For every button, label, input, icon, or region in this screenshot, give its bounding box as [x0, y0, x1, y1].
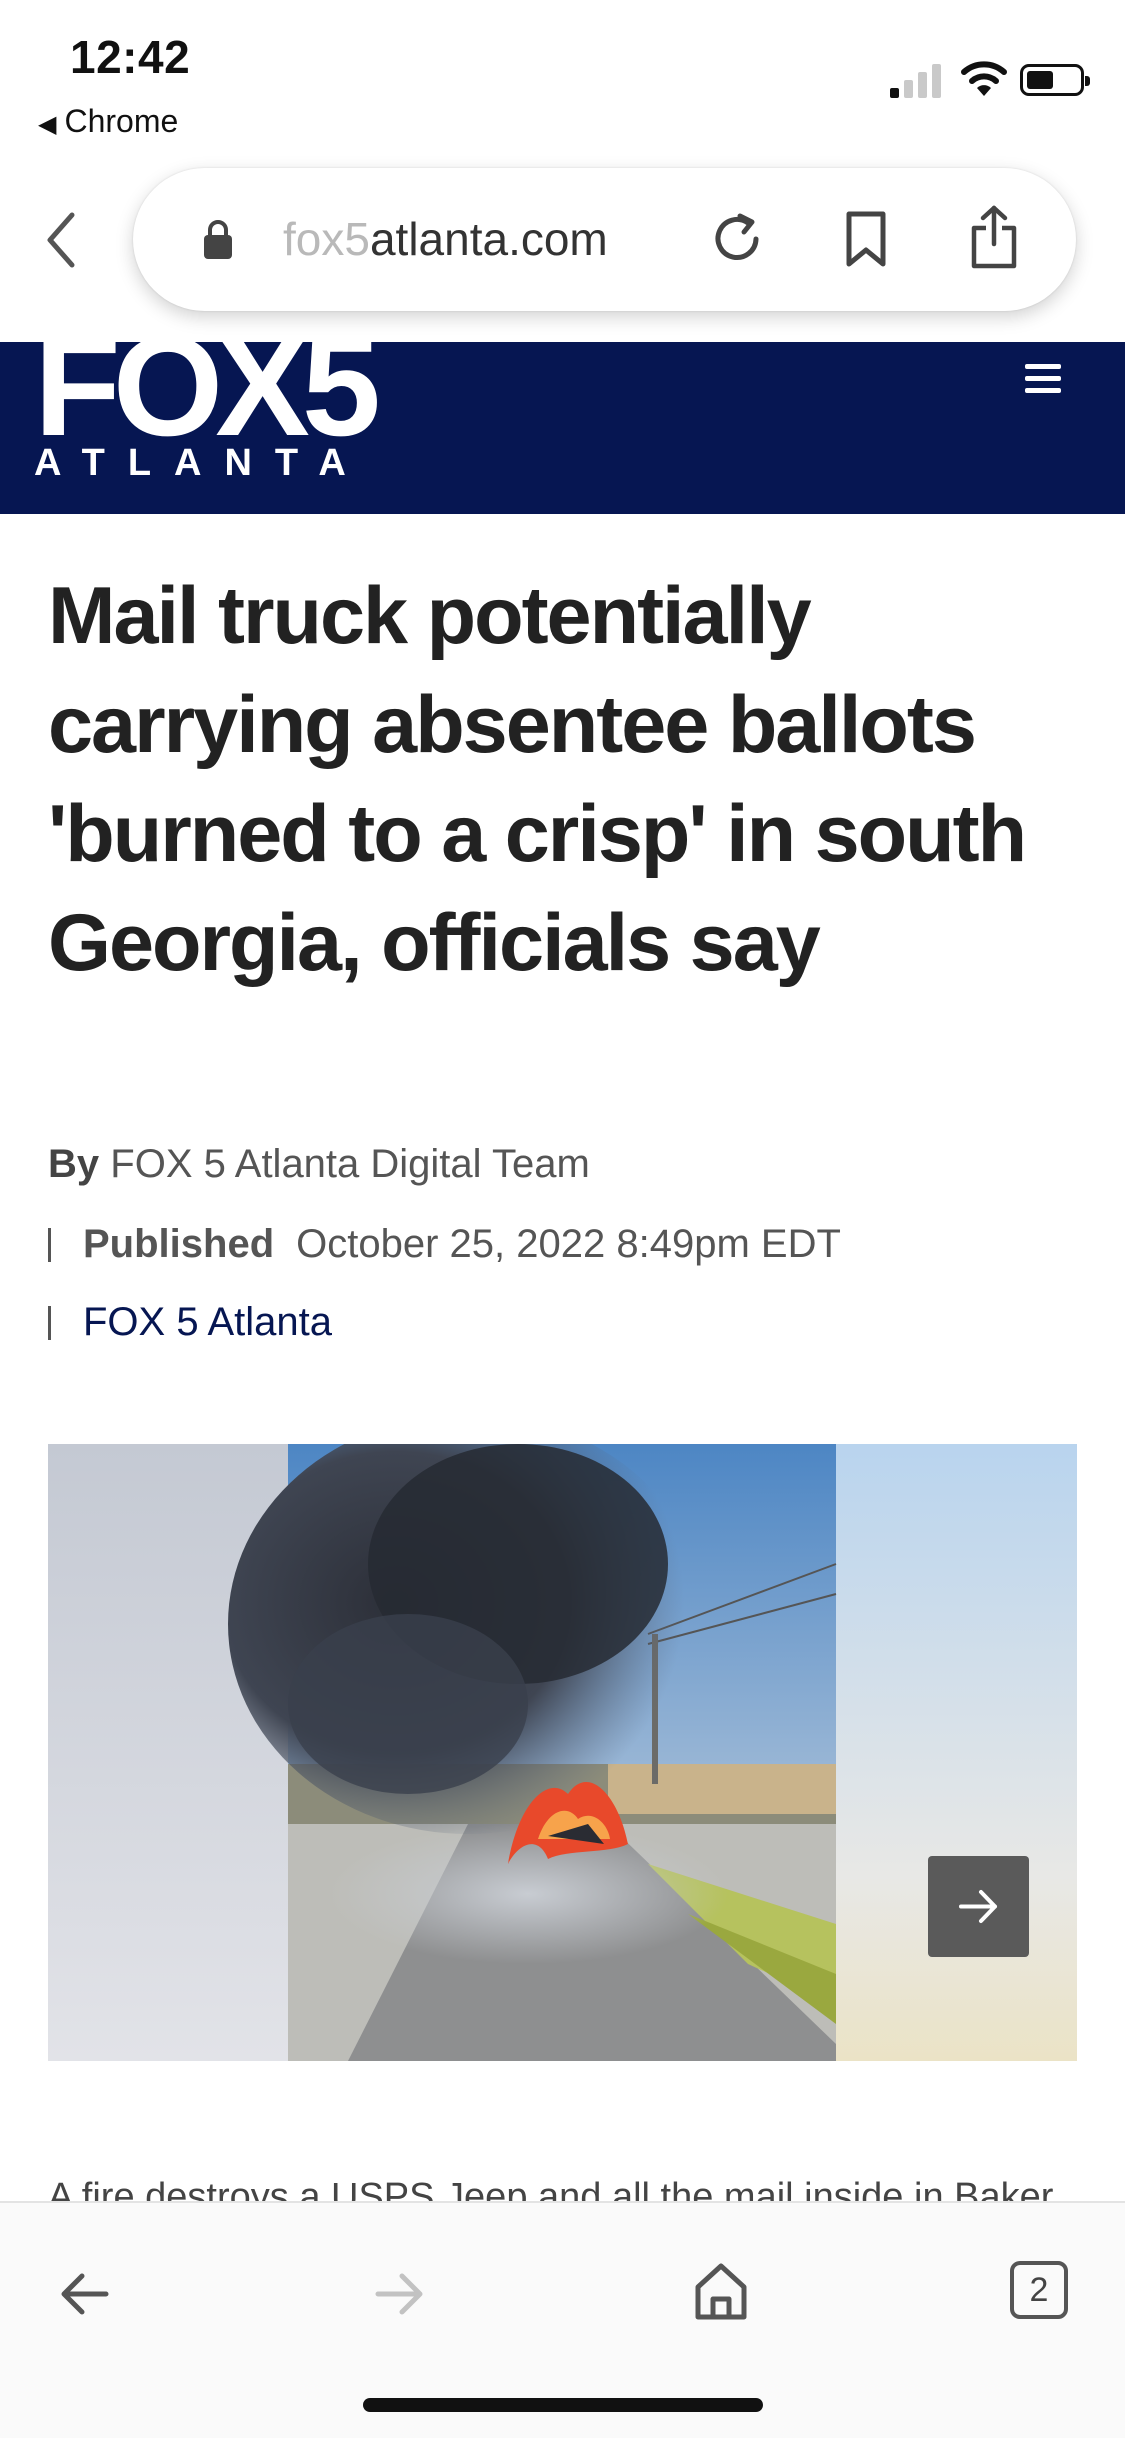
divider	[48, 1306, 51, 1340]
status-bar: 12:42 ◀ Chrome	[0, 0, 1125, 150]
back-app-label: Chrome	[64, 103, 179, 139]
home-indicator[interactable]	[363, 2398, 763, 2412]
article-headline: Mail truck potentially carrying absentee…	[48, 571, 1027, 988]
hamburger-menu-icon[interactable]	[1025, 364, 1061, 394]
lock-icon	[204, 220, 232, 259]
article-photo-carousel[interactable]	[48, 1444, 1077, 2061]
divider	[48, 1228, 51, 1262]
fire-photo	[48, 1444, 1077, 2061]
cellular-signal-icon	[890, 60, 945, 98]
wifi-icon	[961, 61, 1007, 96]
logo-sub-text: ATLANTA	[34, 442, 369, 484]
address-bar[interactable]: fox5atlanta.com	[133, 168, 1076, 311]
share-icon[interactable]	[968, 204, 1020, 270]
back-triangle-icon: ◀	[38, 111, 57, 138]
url-text[interactable]: fox5atlanta.com	[283, 212, 608, 266]
arrow-right-icon	[959, 1890, 997, 1923]
reload-icon[interactable]	[708, 210, 766, 268]
battery-icon	[1020, 64, 1090, 96]
published-date: October 25, 2022 8:49pm EDT	[296, 1222, 841, 1266]
tab-count-button[interactable]: 2	[1010, 2261, 1068, 2319]
forward-arrow-icon[interactable]	[372, 2269, 428, 2319]
back-arrow-icon[interactable]	[56, 2269, 112, 2319]
byline-author[interactable]: FOX 5 Atlanta Digital Team	[110, 1142, 590, 1186]
carousel-next-button[interactable]	[928, 1856, 1029, 1957]
source-link[interactable]: FOX 5 Atlanta	[83, 1300, 332, 1344]
browser-back-chevron-icon[interactable]	[38, 205, 88, 275]
published-row: Published October 25, 2022 8:49pm EDT	[48, 1222, 841, 1267]
source-row: FOX 5 Atlanta	[48, 1300, 332, 1345]
status-time: 12:42	[70, 31, 191, 83]
back-to-app-link[interactable]: ◀ Chrome	[38, 103, 178, 140]
url-faded-part: fox5	[283, 213, 370, 265]
byline-prefix: By	[48, 1142, 100, 1186]
byline: By FOX 5 Atlanta Digital Team	[48, 1142, 590, 1187]
bookmark-icon[interactable]	[841, 210, 891, 268]
logo-main-text: FOX5	[34, 342, 381, 466]
url-domain: atlanta.com	[369, 213, 608, 265]
home-icon[interactable]	[693, 2261, 749, 2321]
published-label: Published	[83, 1222, 275, 1266]
site-header: FOX5 ATLANTA	[0, 342, 1125, 514]
